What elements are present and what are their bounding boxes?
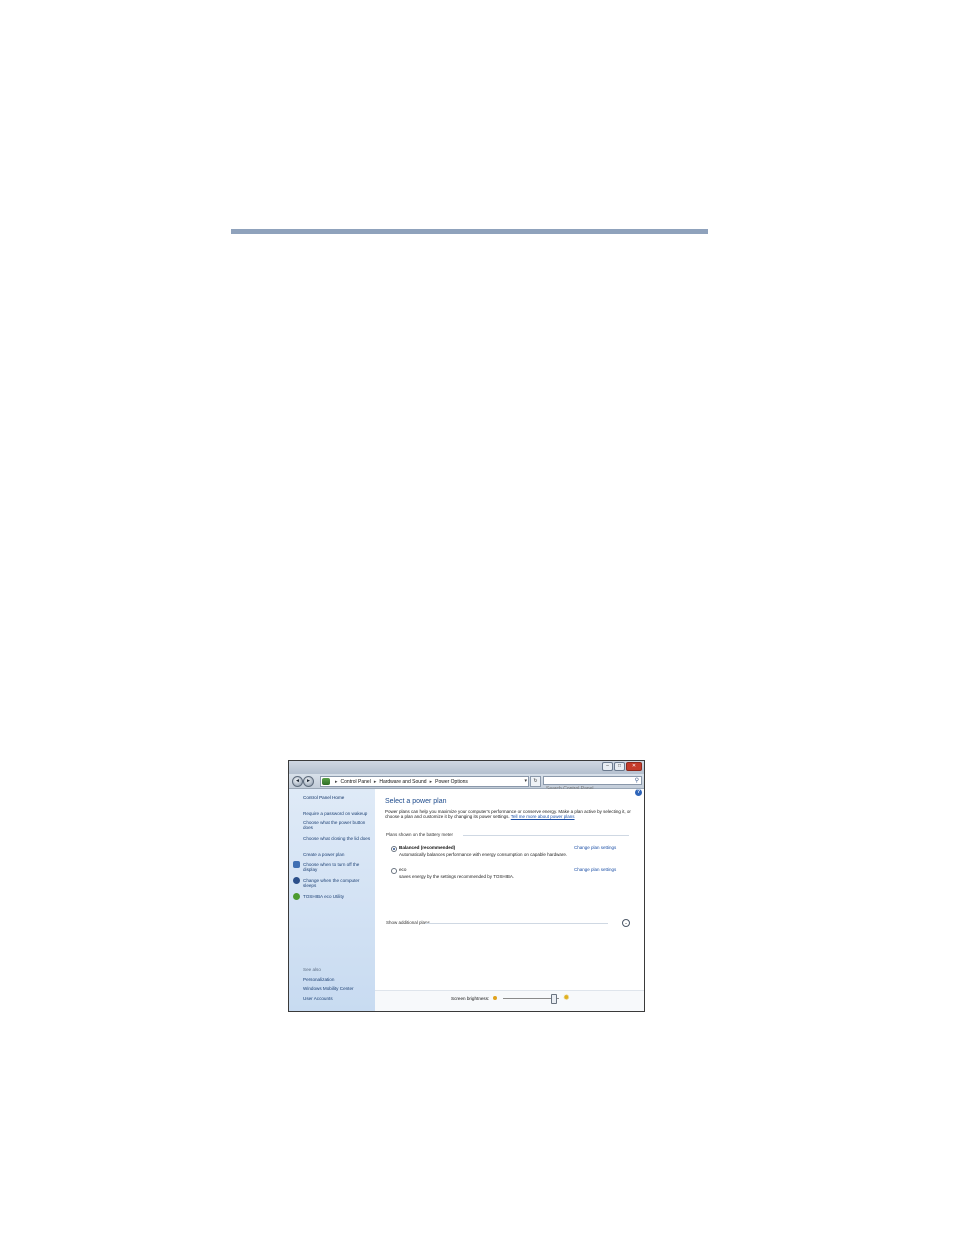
back-button[interactable]: ◄	[292, 776, 303, 787]
forward-button[interactable]: ►	[303, 776, 314, 787]
plan-eco-radio[interactable]	[391, 868, 397, 874]
brightness-bar: Screen brightness: ✹	[375, 990, 644, 1011]
address-dropdown-icon[interactable]: ▾	[524, 778, 527, 784]
plan-balanced-radio[interactable]	[391, 846, 397, 852]
brightness-label: Screen brightness:	[451, 996, 490, 1001]
sidebar-item-toshiba-eco-utility[interactable]: TOSHIBA eco Utility	[303, 894, 373, 899]
sidebar-item-personalization[interactable]: Personalization	[303, 977, 373, 982]
show-additional-plans-label[interactable]: Show additional plans	[386, 920, 430, 925]
breadcrumb-separator-icon: ▸	[429, 778, 433, 785]
plan-name[interactable]: eco	[399, 867, 406, 872]
change-plan-settings-balanced-link[interactable]: Change plan settings	[574, 845, 616, 850]
intro-body: Power plans can help you maximize your c…	[385, 809, 631, 820]
change-plan-settings-eco-link[interactable]: Change plan settings	[574, 867, 616, 872]
sidebar-item-windows-mobility-center[interactable]: Windows Mobility Center	[303, 986, 373, 991]
search-box[interactable]: ⚲	[543, 776, 642, 793]
search-icon[interactable]: ⚲	[635, 777, 639, 785]
intro-text: Power plans can help you maximize your c…	[385, 809, 631, 819]
title-bar: – □ ✕	[289, 761, 644, 774]
plan-description: Automatically balances performance with …	[399, 852, 568, 857]
tell-me-more-link[interactable]: Tell me more about power plans	[511, 814, 575, 819]
breadcrumb-power-options[interactable]: Power Options	[435, 779, 468, 785]
sidebar-item-control-panel-home[interactable]: Control Panel Home	[303, 795, 373, 800]
low-brightness-icon	[493, 996, 497, 1000]
plan-name[interactable]: Balanced (recommended)	[399, 845, 455, 850]
high-brightness-icon: ✹	[563, 993, 570, 1002]
main-content: ? Select a power plan Power plans can he…	[375, 789, 644, 1011]
brightness-slider-thumb[interactable]	[550, 994, 557, 1004]
sidebar-item-user-accounts[interactable]: User Accounts	[303, 996, 373, 1001]
help-icon[interactable]: ?	[635, 789, 642, 796]
header-rule	[231, 229, 708, 234]
show-more-divider	[425, 923, 608, 924]
power-options-window: – □ ✕ ◄ ► ▸ Control Panel ▸ Hardware and…	[288, 760, 645, 1012]
page-title: Select a power plan	[385, 798, 447, 805]
address-bar[interactable]: ▸ Control Panel ▸ Hardware and Sound ▸ P…	[320, 776, 529, 787]
sidebar-item-computer-sleeps[interactable]: Change when the computer sleeps	[303, 878, 373, 889]
sidebar-item-turn-off-display[interactable]: Choose when to turn off the display	[303, 862, 373, 873]
close-button[interactable]: ✕	[626, 762, 642, 771]
display-icon	[293, 861, 300, 868]
sidebar-item-require-password[interactable]: Require a password on wakeup	[303, 811, 373, 816]
breadcrumb-separator-icon: ▸	[373, 778, 377, 785]
plan-description: saves energy by the settings recommended…	[399, 874, 515, 879]
breadcrumb-hardware-and-sound[interactable]: Hardware and Sound	[379, 779, 426, 785]
sidebar-item-closing-lid[interactable]: Choose what closing the lid does	[303, 836, 373, 841]
breadcrumb-control-panel[interactable]: Control Panel	[341, 779, 371, 785]
sidebar-item-power-button[interactable]: Choose what the power button does	[303, 820, 373, 831]
sleep-moon-icon	[293, 877, 300, 884]
control-panel-icon	[322, 778, 330, 785]
group-divider	[463, 835, 629, 836]
navigation-bar: ◄ ► ▸ Control Panel ▸ Hardware and Sound…	[289, 774, 644, 793]
eco-leaf-icon	[293, 893, 300, 900]
window-controls: – □ ✕	[602, 762, 642, 771]
sidebar: Control Panel Home Require a password on…	[289, 789, 375, 1011]
breadcrumb-separator-icon: ▸	[335, 778, 338, 785]
expand-chevron-icon[interactable]: ⌄	[622, 919, 630, 927]
minimize-button[interactable]: –	[602, 762, 613, 771]
refresh-icon[interactable]: ↻	[530, 776, 541, 787]
sidebar-item-create-power-plan[interactable]: Create a power plan	[303, 852, 373, 857]
see-also-heading: See also	[303, 967, 321, 972]
plans-group-label: Plans shown on the battery meter	[386, 832, 454, 837]
maximize-button[interactable]: □	[614, 762, 625, 771]
